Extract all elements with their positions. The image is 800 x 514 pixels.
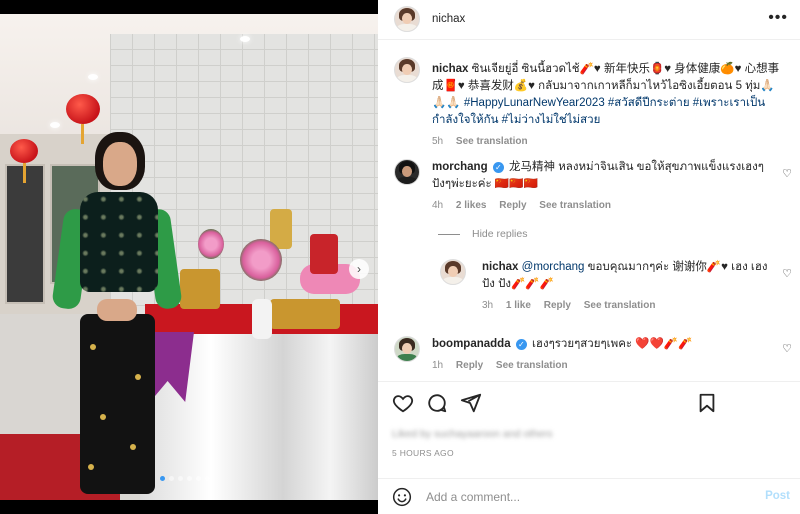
reply-mention[interactable]: @morchang — [522, 261, 585, 273]
flower-bouquet — [240, 239, 282, 281]
comment-text: เฮงๆรวยๆสวยๆเพคะ ❤️❤️🧨🧨 — [532, 338, 693, 350]
post-caption: nichax ซินเจียยู่อี่ ซินนี้ฮวดไช้🧨♥ 新年快乐… — [432, 61, 784, 150]
ceiling-light — [240, 36, 250, 42]
reply-author-avatar[interactable] — [440, 259, 466, 285]
caption-username[interactable]: nichax — [432, 63, 468, 75]
commenter-avatar[interactable] — [394, 159, 420, 185]
face — [103, 142, 137, 186]
reply-username[interactable]: nichax — [482, 261, 518, 273]
see-translation-link[interactable]: See translation — [496, 360, 568, 371]
action-bar — [378, 381, 800, 421]
ceiling-light — [88, 74, 98, 80]
reply-item: nichax @morchang ขอบคุณมากๆค่ะ 谢谢你🧨♥ เฮง… — [482, 259, 772, 314]
chevron-right-icon: › — [357, 262, 361, 276]
carousel-dot — [160, 476, 165, 481]
carousel-dot — [169, 476, 174, 481]
comment-icon[interactable] — [426, 392, 448, 414]
share-icon[interactable] — [460, 392, 482, 414]
more-options-icon[interactable]: ••• — [768, 9, 788, 27]
verified-badge-icon: ✓ — [492, 162, 504, 173]
comment-item: boompanadda ✓ เฮงๆรวยๆสวยๆเพคะ ❤️❤️🧨🧨 1h… — [432, 336, 772, 374]
hide-replies-label: Hide replies — [472, 228, 528, 240]
comments-section[interactable]: nichax ซินเจียยู่อี่ ซินนี้ฮวดไช้🧨♥ 新年快乐… — [378, 41, 800, 381]
verified-badge-icon: ✓ — [515, 339, 527, 350]
liked-by-text[interactable]: Liked by suchayaaroon and others — [392, 428, 553, 440]
post-details-panel: nichax ••• nichax ซินเจียยู่อี่ ซินนี้ฮว… — [378, 0, 800, 514]
comment-item: morchang ✓ 龙马精神 หลงหม่าจินเสิน ขอให้สุขภ… — [432, 159, 772, 214]
window — [5, 164, 45, 304]
black-pants — [80, 314, 155, 494]
heart-icon[interactable] — [392, 392, 414, 414]
red-lantern — [10, 139, 38, 183]
see-translation-link[interactable]: See translation — [456, 136, 528, 147]
red-decoration — [310, 234, 338, 274]
carousel-dot — [178, 476, 183, 481]
see-translation-link[interactable]: See translation — [584, 300, 656, 311]
comment-time: 4h — [432, 200, 444, 211]
caption-time: 5h — [432, 136, 444, 147]
reply-likes[interactable]: 1 like — [506, 300, 531, 311]
carousel-dot — [205, 476, 210, 481]
caption-hashtags[interactable]: #HappyLunarNewYear2023 #สวัสดีปีกระต่าย … — [432, 97, 765, 126]
author-username[interactable]: nichax — [432, 13, 465, 25]
brocade-vest — [80, 192, 158, 292]
post-header: nichax ••• — [378, 0, 800, 40]
flower-vase — [252, 299, 272, 339]
woman-figure — [51, 114, 183, 500]
carousel-dot — [196, 476, 201, 481]
emoji-icon[interactable] — [392, 487, 412, 507]
carousel-next-button[interactable]: › — [349, 259, 369, 279]
comment-username[interactable]: boompanadda — [432, 338, 511, 350]
comment-time: 1h — [432, 360, 444, 371]
bookmark-icon[interactable] — [696, 392, 718, 414]
flower-bouquet — [198, 229, 224, 259]
offering-tray — [180, 269, 220, 309]
author-avatar[interactable] — [394, 6, 420, 32]
carousel-dots — [160, 476, 210, 481]
comment-username[interactable]: morchang — [432, 161, 488, 173]
comment-reply-button[interactable]: Reply — [499, 200, 526, 211]
reply-meta: 3h 1 like Reply See translation — [482, 297, 772, 314]
commenter-avatar[interactable] — [394, 336, 420, 362]
reply-time: 3h — [482, 300, 494, 311]
like-comment-heart-icon[interactable]: ♡ — [782, 167, 792, 180]
comment-meta: 4h 2 likes Reply See translation — [432, 197, 772, 214]
post-image[interactable]: › — [0, 14, 378, 500]
carousel-dot — [187, 476, 192, 481]
hands — [97, 299, 137, 321]
comment-meta: 1h Reply See translation — [432, 357, 772, 374]
post-button[interactable]: Post — [765, 490, 790, 502]
hide-replies-toggle[interactable]: Hide replies — [438, 228, 527, 240]
like-reply-heart-icon[interactable]: ♡ — [782, 267, 792, 280]
comment-likes[interactable]: 2 likes — [456, 200, 487, 211]
reply-reply-button[interactable]: Reply — [544, 300, 571, 311]
like-comment-heart-icon[interactable]: ♡ — [782, 342, 792, 355]
see-translation-link[interactable]: See translation — [539, 200, 611, 211]
post-timestamp: 5 HOURS AGO — [392, 448, 454, 458]
caption-meta: 5h See translation — [432, 133, 784, 150]
comment-reply-button[interactable]: Reply — [456, 360, 483, 371]
add-comment-input[interactable] — [426, 488, 726, 506]
comment-composer: Post — [378, 478, 800, 514]
offering-tray — [270, 299, 340, 329]
caption-author-avatar[interactable] — [394, 57, 420, 83]
